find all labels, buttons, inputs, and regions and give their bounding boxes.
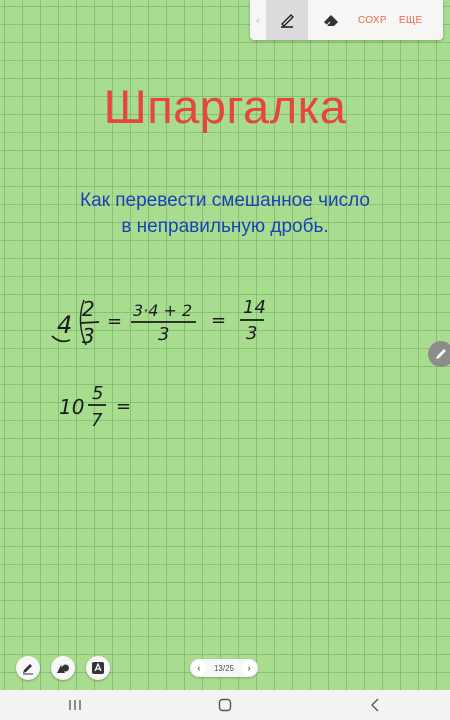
system-navigation-bar (0, 690, 450, 720)
ex1-result-numerator: 14 (243, 297, 266, 318)
home-icon (218, 698, 232, 712)
ex2-whole: 10 (59, 395, 84, 419)
page-indicator: 13/25 (213, 663, 235, 673)
ex2-numerator: 5 (92, 383, 103, 404)
ex1-denominator: 3 (82, 324, 95, 348)
recent-apps-button[interactable] (45, 690, 105, 720)
ex1-expr-numerator: 3·4 + 2 (133, 301, 192, 320)
text-recognition-button[interactable] (86, 656, 110, 680)
ex1-expr-denominator: 3 (158, 324, 169, 345)
home-button[interactable] (195, 690, 255, 720)
recent-apps-icon (69, 700, 81, 710)
pen-settings-button[interactable] (16, 656, 40, 680)
pen-edit-icon (436, 349, 446, 359)
shapes-button[interactable] (51, 656, 75, 680)
back-button[interactable] (345, 690, 405, 720)
ex2-equals: = (116, 396, 131, 417)
back-icon (371, 698, 379, 712)
ex1-fraction-bar (79, 321, 100, 324)
ex2-denominator: 7 (91, 410, 103, 431)
pen-settings-icon (23, 664, 33, 675)
prev-page-button[interactable]: ‹ (192, 661, 206, 675)
next-page-button[interactable]: › (242, 661, 256, 675)
side-pen-handle[interactable] (428, 341, 450, 367)
ex1-equals-1: = (107, 311, 122, 332)
text-recognition-icon (92, 662, 104, 674)
page-navigator: ‹ 13/25 › (190, 659, 258, 677)
ex1-result-denominator: 3 (246, 323, 257, 344)
shapes-icon (57, 664, 69, 673)
ex1-equals-2: = (211, 310, 226, 331)
ex1-whole: 4 (57, 311, 72, 339)
handwriting-layer: 4 2 3 = 3·4 + 2 3 = 14 3 10 5 7 = (51, 297, 266, 431)
